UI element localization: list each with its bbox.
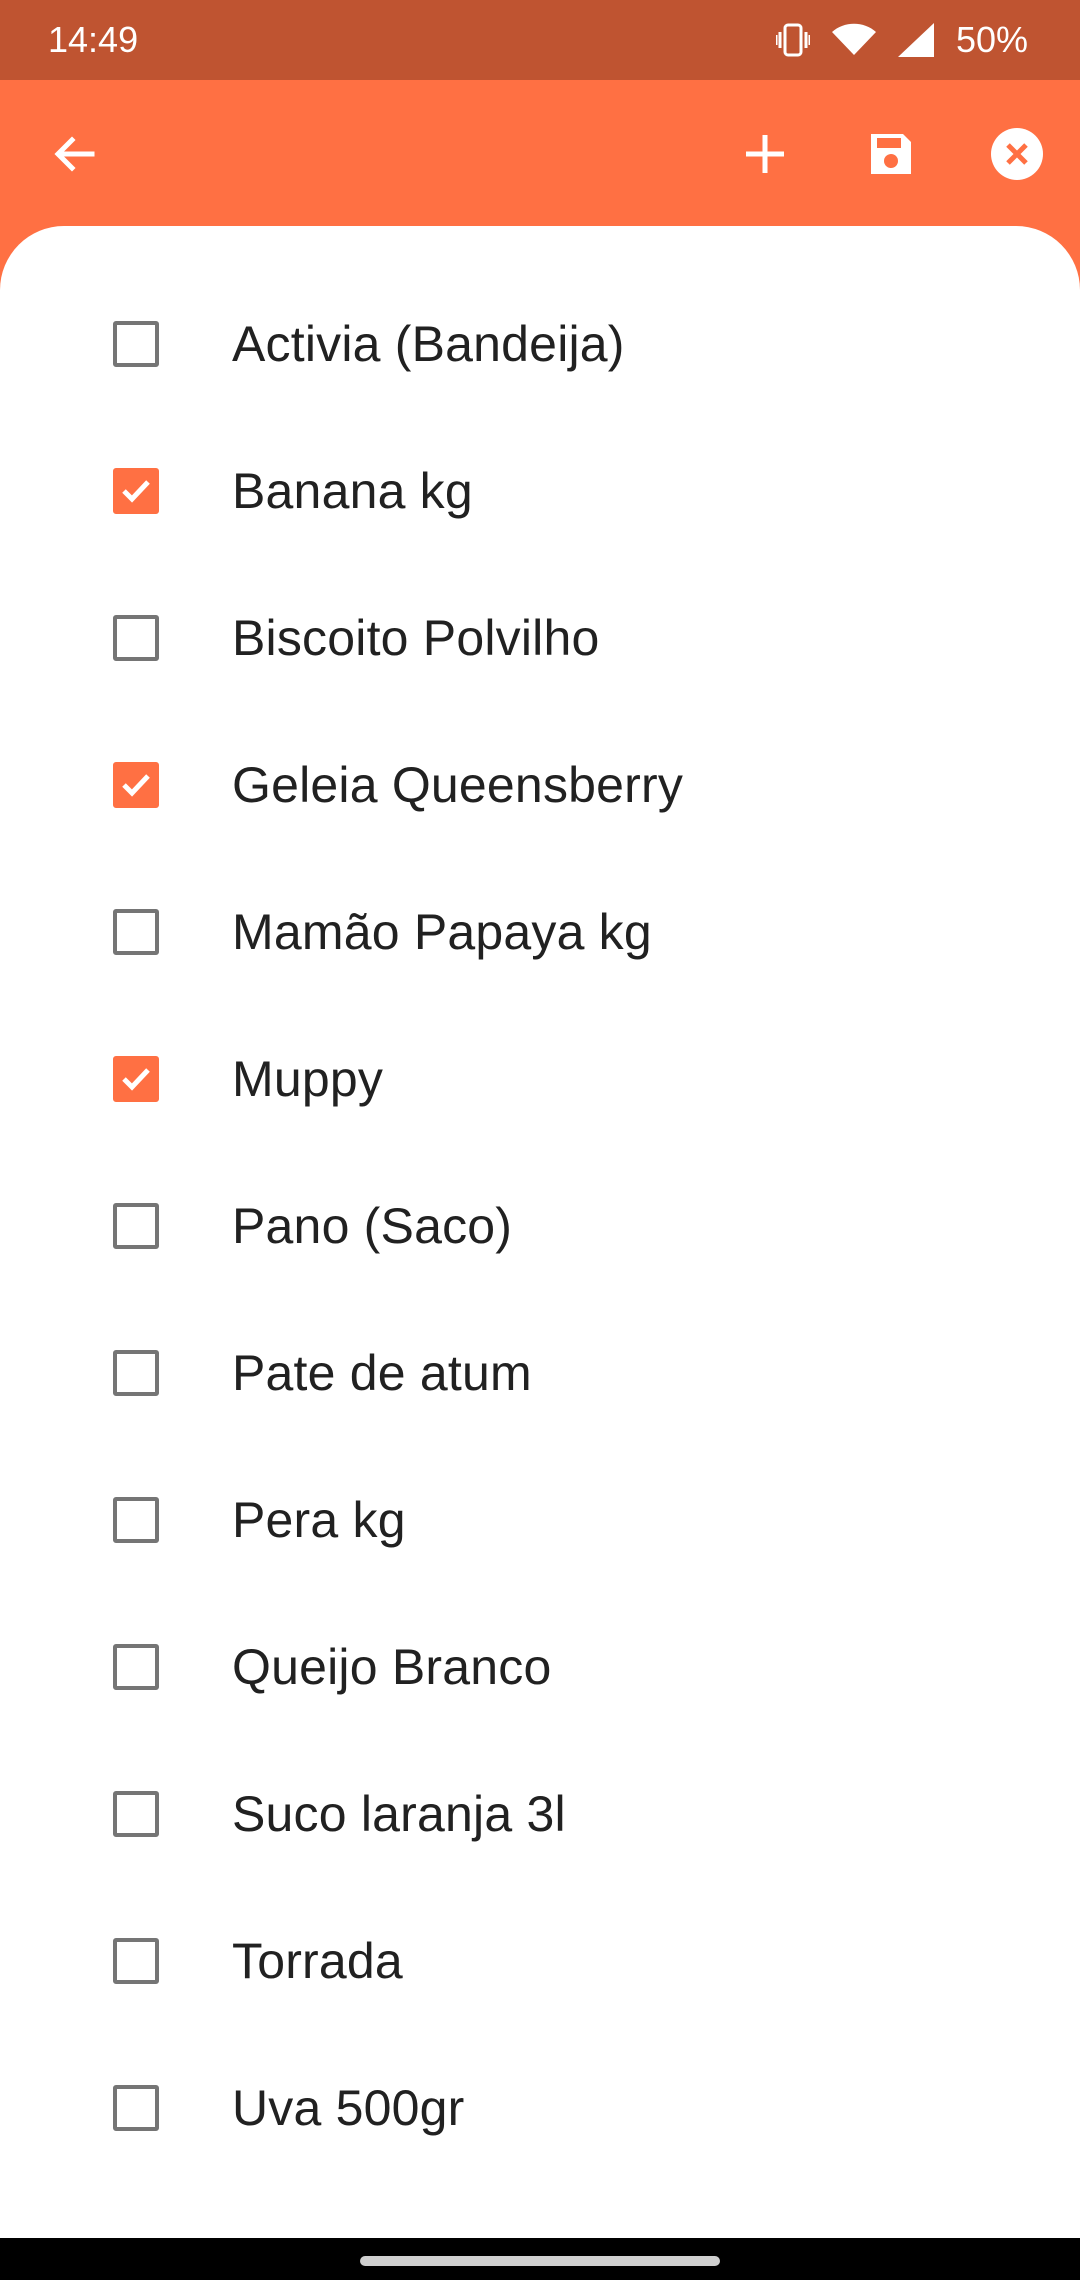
add-item-button[interactable] [727, 118, 803, 194]
list-item-label: Biscoito Polvilho [232, 609, 600, 666]
status-time: 14:49 [48, 19, 139, 60]
list-item[interactable]: Banana kg [0, 417, 1080, 564]
list-item[interactable]: Geleia Queensberry [0, 711, 1080, 858]
list-item-label: Activia (Bandeija) [232, 315, 625, 372]
list-item-label: Suco laranja 3l [232, 1785, 566, 1842]
list-item[interactable]: Pano (Saco) [0, 1152, 1080, 1299]
status-bar: 14:49 50% [0, 0, 1080, 80]
shopping-list: Activia (Bandeija) Banana kg Biscoito Polv… [0, 270, 1080, 2181]
checkbox-unchecked[interactable] [113, 1202, 159, 1249]
checkbox-checked[interactable] [113, 1055, 159, 1102]
checkbox-unchecked[interactable] [113, 2084, 159, 2131]
list-item[interactable]: Suco laranja 3l [0, 1740, 1080, 1887]
app-screen: 14:49 50% Activia (Bandeija) Banana kg B… [0, 0, 1080, 2280]
battery-percent: 50% [955, 19, 1028, 60]
navigation-bar [0, 2238, 1080, 2280]
list-item[interactable]: Queijo Branco [0, 1593, 1080, 1740]
checkmark-icon [122, 773, 150, 797]
home-gesture-handle[interactable] [360, 2256, 720, 2266]
list-item[interactable]: Muppy [0, 1005, 1080, 1152]
checkbox-checked[interactable] [113, 761, 159, 808]
signal-icon [897, 23, 934, 57]
vibrate-icon [775, 22, 810, 58]
list-item-label: Torrada [232, 1932, 403, 1989]
save-icon [866, 129, 916, 184]
list-item-label: Queijo Branco [232, 1638, 552, 1695]
list-sheet: Activia (Bandeija) Banana kg Biscoito Polv… [0, 226, 1080, 2238]
list-item[interactable]: Pera kg [0, 1446, 1080, 1593]
list-item-label: Pera kg [232, 1491, 406, 1548]
checkbox-unchecked[interactable] [113, 1349, 159, 1396]
list-item[interactable]: Biscoito Polvilho [0, 564, 1080, 711]
list-item[interactable]: Uva 500gr [0, 2034, 1080, 2181]
list-item-label: Uva 500gr [232, 2079, 465, 2136]
add-icon [743, 132, 787, 181]
list-item[interactable]: Activia (Bandeija) [0, 270, 1080, 417]
checkbox-unchecked[interactable] [113, 908, 159, 955]
list-item[interactable]: Pate de atum [0, 1299, 1080, 1446]
list-item-label: Pano (Saco) [232, 1197, 513, 1254]
save-button[interactable] [853, 118, 929, 194]
checkbox-unchecked[interactable] [113, 320, 159, 367]
checkbox-unchecked[interactable] [113, 1643, 159, 1690]
checkmark-icon [122, 479, 150, 503]
list-item[interactable]: Torrada [0, 1887, 1080, 2034]
checkbox-unchecked[interactable] [113, 1790, 159, 1837]
checkbox-unchecked[interactable] [113, 1937, 159, 1984]
back-arrow-icon [50, 130, 98, 183]
list-item-label: Mamão Papaya kg [232, 903, 652, 960]
back-button[interactable] [36, 118, 112, 194]
list-item[interactable]: Mamão Papaya kg [0, 858, 1080, 1005]
close-circle-icon [990, 127, 1044, 186]
status-icons: 50% [775, 19, 1028, 61]
checkbox-checked[interactable] [113, 467, 159, 514]
wifi-icon [831, 23, 876, 57]
list-item-label: Banana kg [232, 462, 473, 519]
list-item-label: Geleia Queensberry [232, 756, 684, 813]
list-item-label: Muppy [232, 1050, 384, 1107]
checkmark-icon [122, 1067, 150, 1091]
list-item-label: Pate de atum [232, 1344, 532, 1401]
checkbox-unchecked[interactable] [113, 1496, 159, 1543]
cancel-button[interactable] [979, 118, 1055, 194]
checkbox-unchecked[interactable] [113, 614, 159, 661]
